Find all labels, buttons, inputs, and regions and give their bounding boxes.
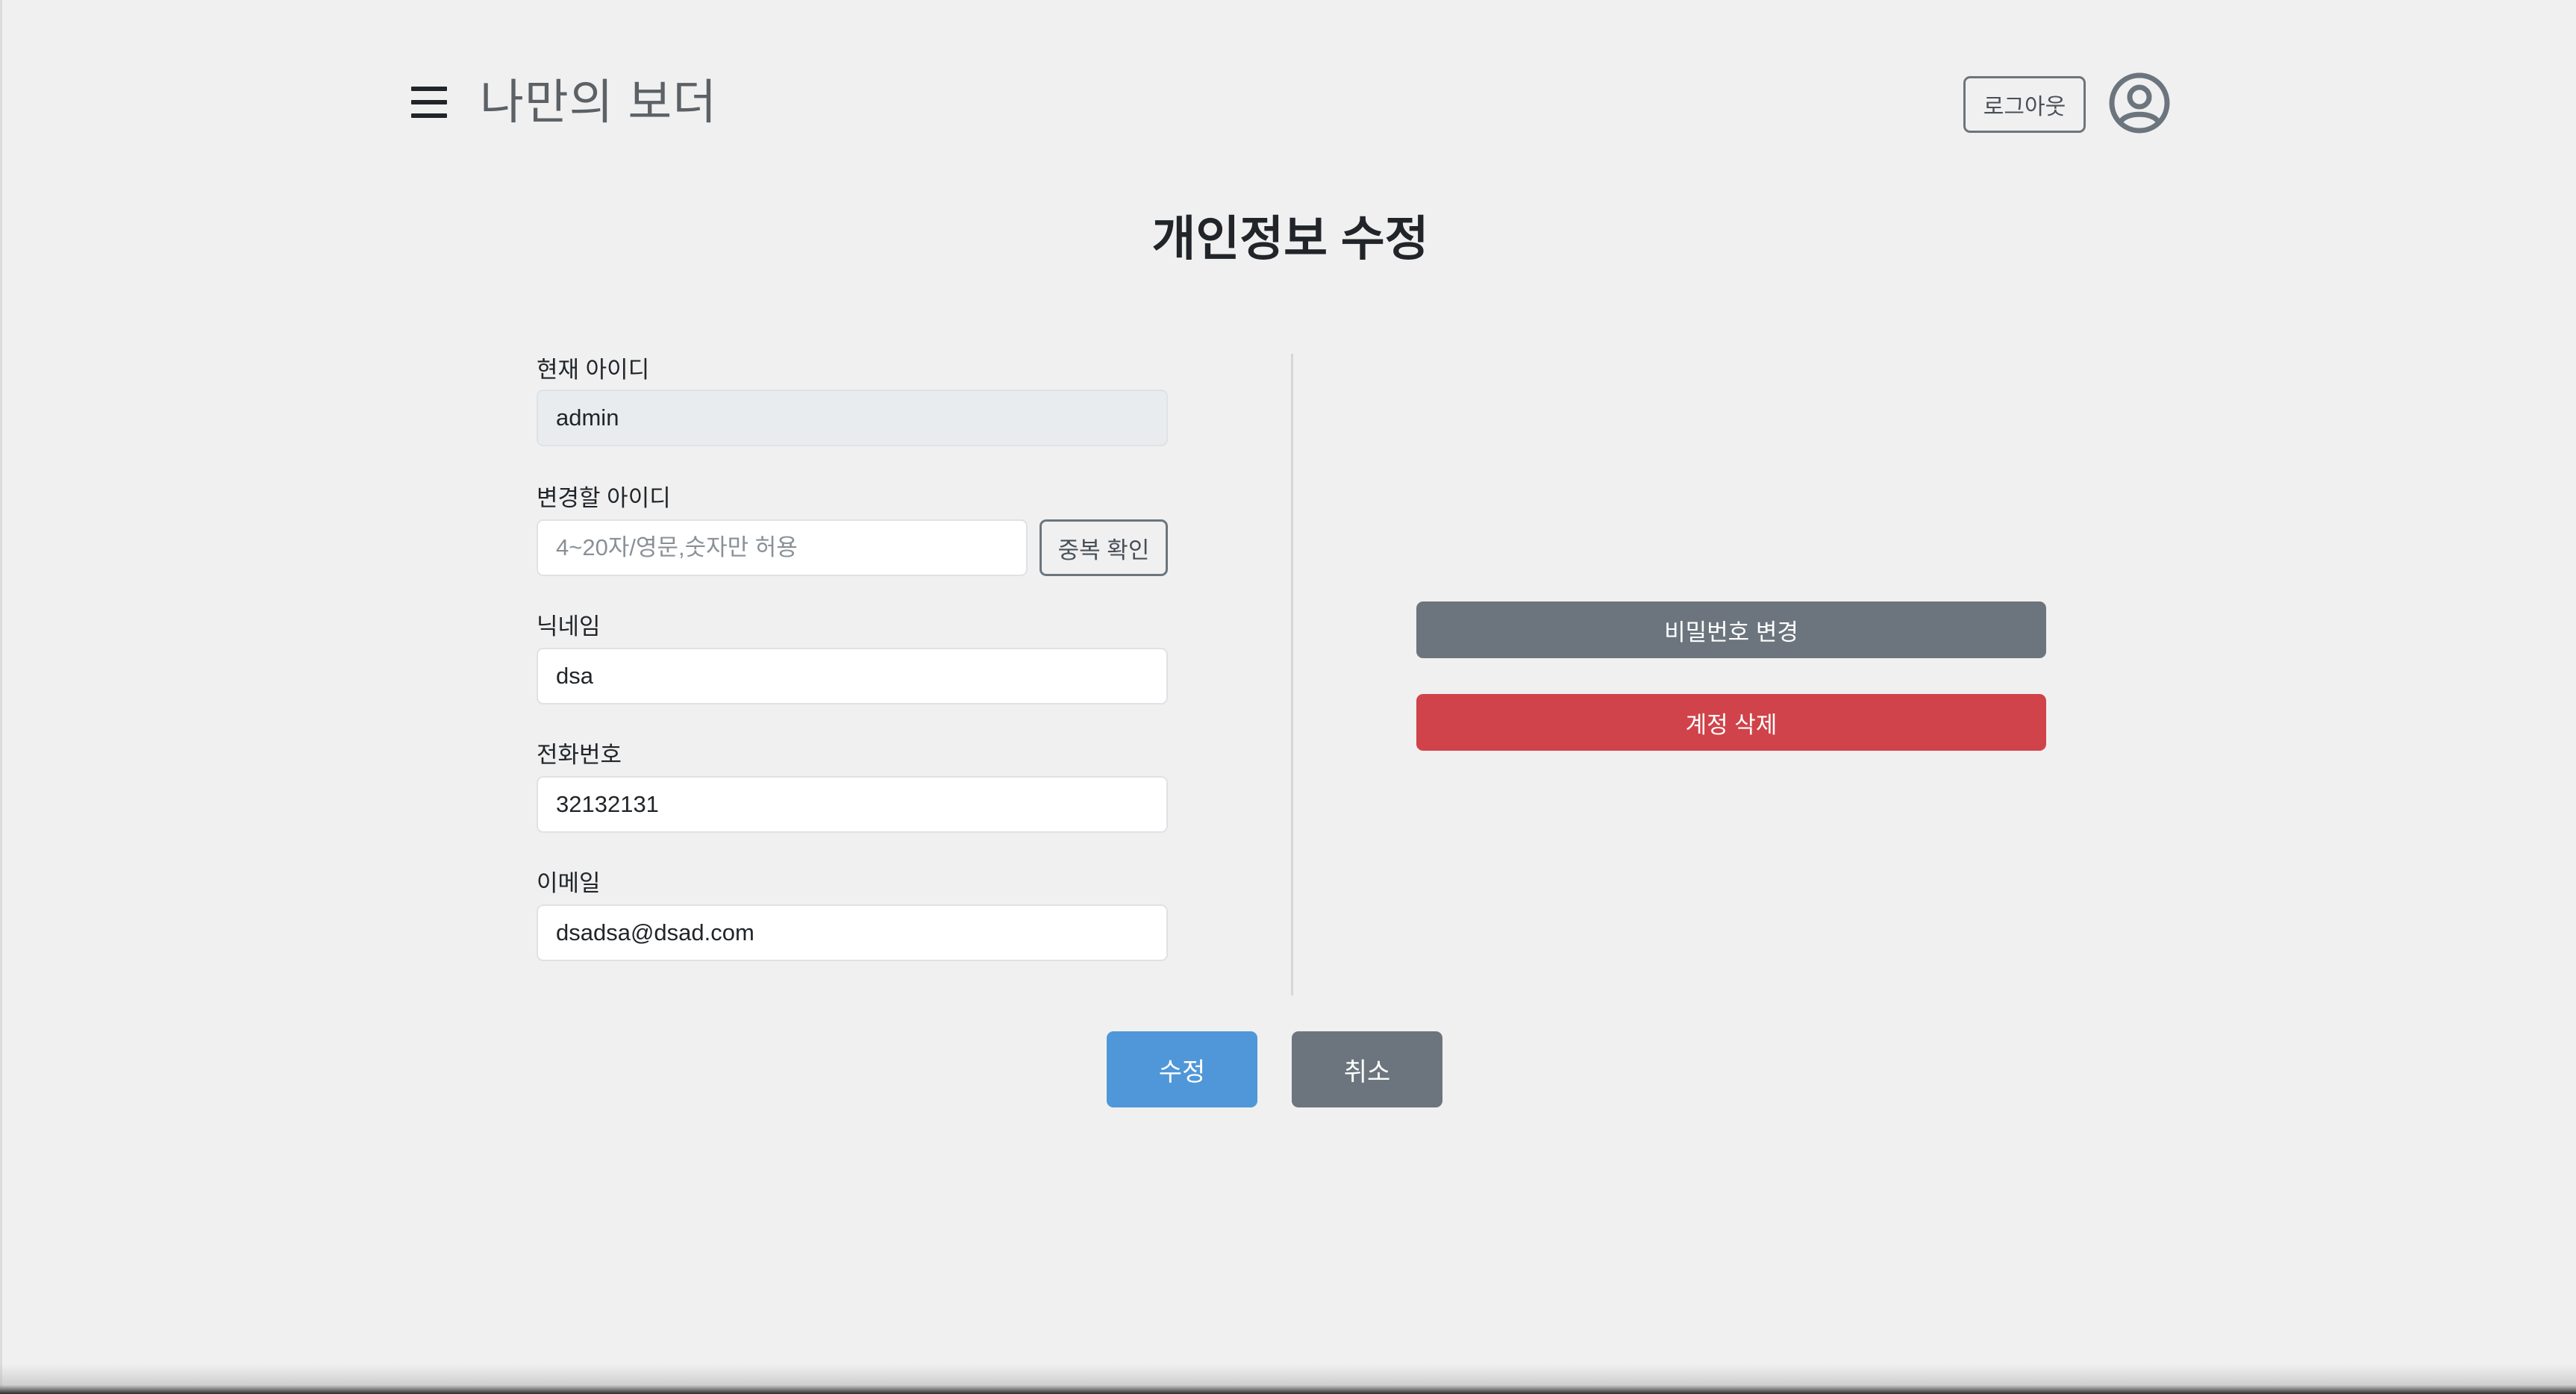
duplicate-check-button[interactable]: 중복 확인 xyxy=(1040,519,1168,576)
hamburger-bar xyxy=(411,100,447,104)
current-id-label: 현재 아이디 xyxy=(537,357,650,383)
phone-label: 전화번호 xyxy=(537,742,622,768)
page: 나만의 보더 로그아웃 개인정보 수정 현재 아이디 변경할 아이디 중복 확인… xyxy=(0,0,2576,1388)
phone-field[interactable] xyxy=(537,776,1168,833)
vertical-divider xyxy=(1291,354,1293,996)
page-title: 개인정보 수정 xyxy=(1151,212,1429,266)
window-bottom-edge xyxy=(0,1364,2576,1394)
user-circle-icon[interactable] xyxy=(2108,72,2171,134)
user-circle-icon-svg xyxy=(2109,72,2170,134)
email-field[interactable] xyxy=(537,904,1168,961)
submit-button[interactable]: 수정 xyxy=(1107,1031,1257,1107)
email-label: 이메일 xyxy=(537,870,601,896)
hamburger-bar xyxy=(411,87,447,91)
delete-account-button[interactable]: 계정 삭제 xyxy=(1416,694,2046,751)
current-id-field[interactable] xyxy=(537,390,1168,446)
new-id-label: 변경할 아이디 xyxy=(537,485,671,511)
new-id-input[interactable] xyxy=(537,519,1028,576)
change-password-button[interactable]: 비밀번호 변경 xyxy=(1416,601,2046,658)
hamburger-bar xyxy=(411,113,447,118)
nickname-field[interactable] xyxy=(537,648,1168,704)
hamburger-menu-icon[interactable] xyxy=(411,87,447,118)
logout-button[interactable]: 로그아웃 xyxy=(1963,76,2086,133)
brand-title[interactable]: 나만의 보더 xyxy=(480,69,717,136)
nickname-label: 닉네임 xyxy=(537,613,601,640)
cancel-button[interactable]: 취소 xyxy=(1292,1031,1442,1107)
